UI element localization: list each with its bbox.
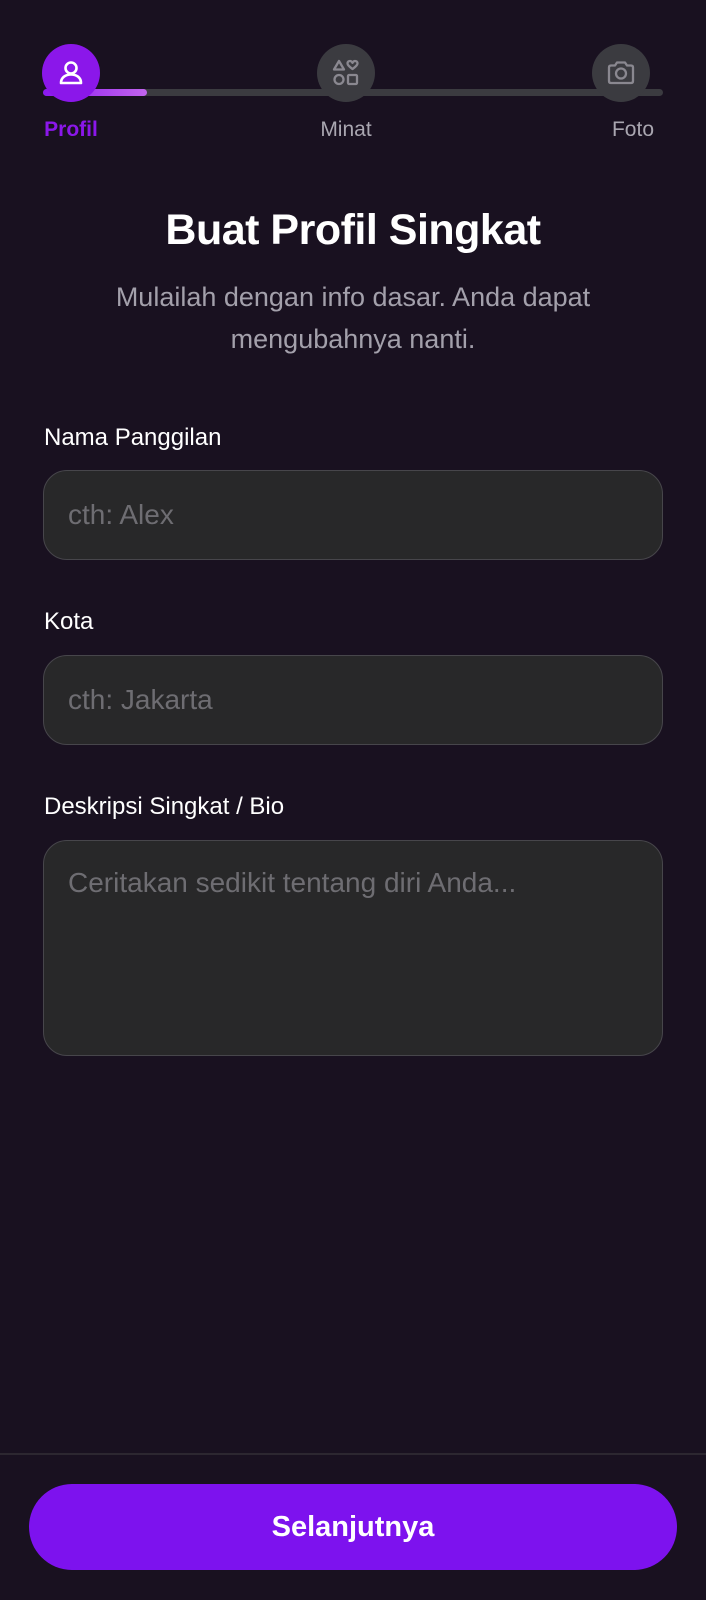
next-button[interactable]: Selanjutnya (29, 1484, 677, 1570)
progress-stepper: Profil Minat Foto (0, 0, 706, 150)
bio-label: Deskripsi Singkat / Bio (44, 793, 285, 820)
nickname-input[interactable] (43, 470, 663, 560)
step-label-minat: Minat (320, 118, 372, 141)
user-icon (59, 61, 83, 85)
shapes-icon (332, 59, 359, 86)
city-label: Kota (44, 608, 94, 635)
step-profil[interactable] (42, 44, 100, 102)
footer-divider (0, 1453, 706, 1455)
bio-textarea[interactable] (43, 840, 663, 1056)
nickname-label: Nama Panggilan (44, 424, 222, 451)
profile-setup-screen: Profil Minat Foto Buat Profil Singkat Mu… (0, 0, 706, 1600)
city-input[interactable] (43, 655, 663, 745)
page-subtitle: Mulailah dengan info dasar. Anda dapat m… (115, 282, 591, 354)
step-label-foto: Foto (611, 118, 655, 141)
step-foto[interactable] (592, 44, 650, 102)
step-minat[interactable] (317, 44, 375, 102)
camera-icon (607, 61, 635, 85)
page-title: Buat Profil Singkat (165, 206, 541, 254)
step-label-profil: Profil (44, 118, 98, 141)
